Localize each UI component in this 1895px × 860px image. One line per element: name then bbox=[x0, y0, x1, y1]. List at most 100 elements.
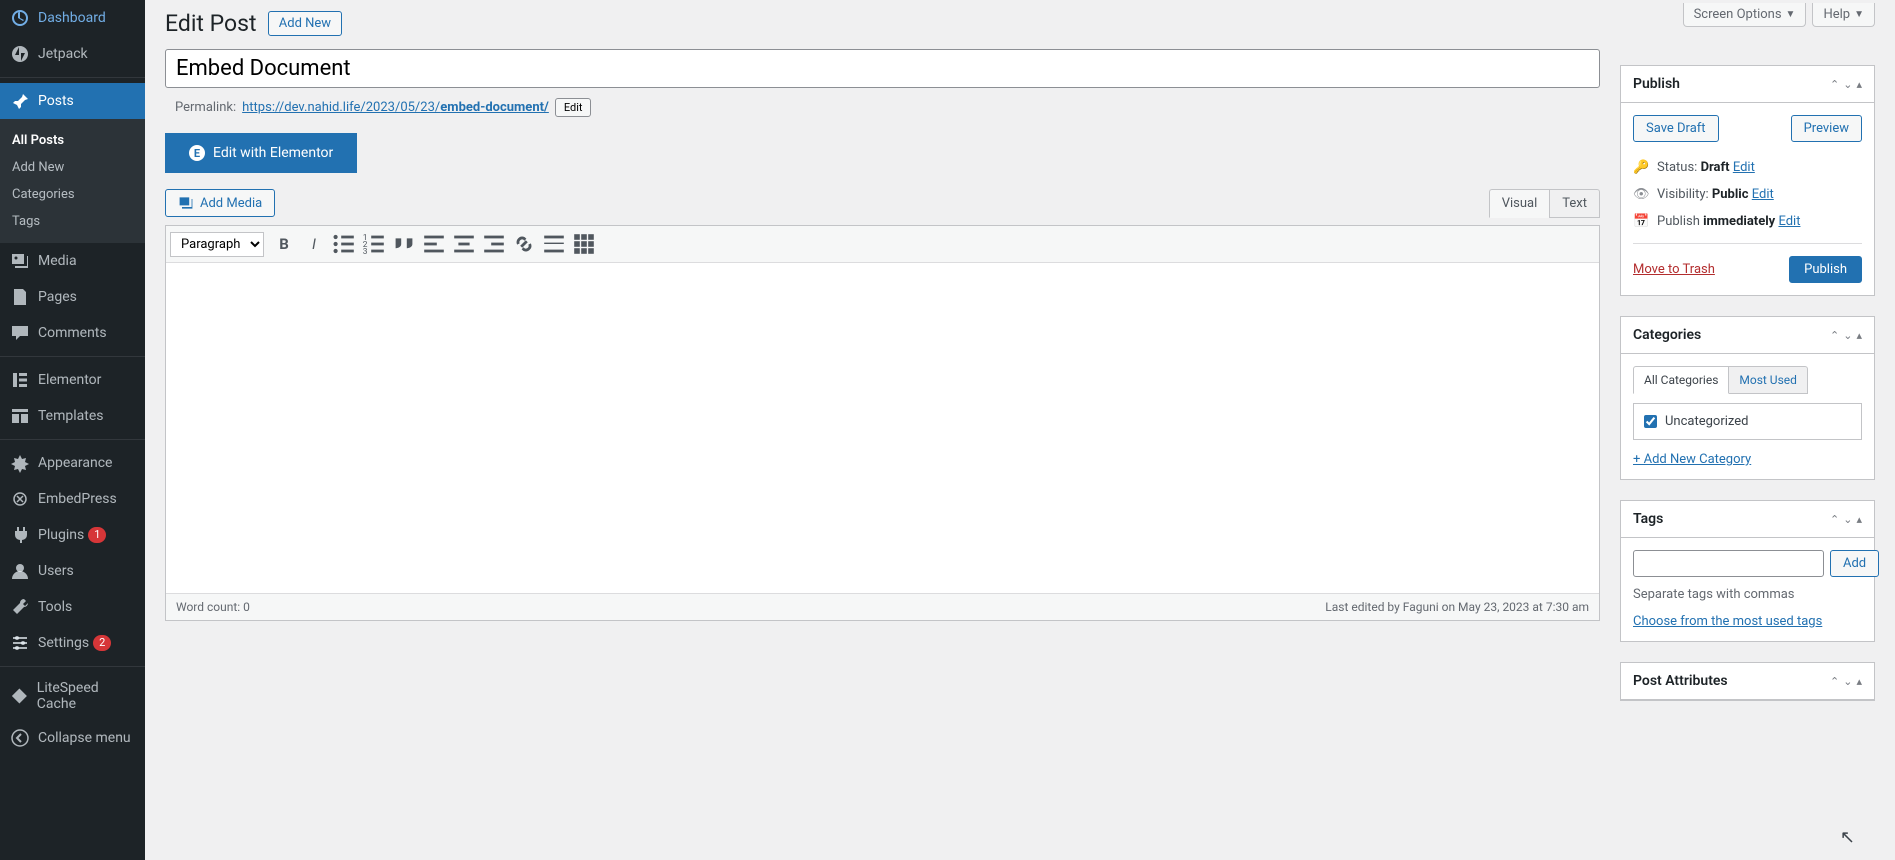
help-button[interactable]: Help▼ bbox=[1812, 3, 1875, 27]
menu-label: LiteSpeed Cache bbox=[37, 680, 135, 712]
settings-icon bbox=[10, 633, 30, 653]
all-categories-tab[interactable]: All Categories bbox=[1633, 366, 1729, 394]
calendar-icon: 📅 bbox=[1633, 214, 1649, 229]
submenu-all-posts[interactable]: All Posts bbox=[0, 127, 145, 154]
menu-elementor[interactable]: Elementor bbox=[0, 362, 145, 398]
panel-up-icon[interactable]: ⌃ bbox=[1830, 513, 1839, 526]
align-left-button[interactable] bbox=[420, 230, 448, 258]
key-icon: 🔑 bbox=[1633, 160, 1649, 175]
panel-up-icon[interactable]: ⌃ bbox=[1830, 675, 1839, 688]
tag-input[interactable] bbox=[1633, 550, 1824, 577]
menu-templates[interactable]: Templates bbox=[0, 398, 145, 434]
menu-label: Users bbox=[38, 563, 74, 579]
post-attributes-panel: Post Attributes ⌃ ⌄ ▴ bbox=[1620, 662, 1875, 701]
menu-posts[interactable]: Posts bbox=[0, 83, 145, 119]
eye-icon: 👁 bbox=[1633, 187, 1649, 202]
tags-title: Tags bbox=[1633, 511, 1663, 527]
litespeed-icon bbox=[10, 686, 29, 706]
panel-toggle-icon[interactable]: ▴ bbox=[1856, 329, 1862, 342]
svg-text:3: 3 bbox=[363, 247, 368, 257]
bullet-list-button[interactable] bbox=[330, 230, 358, 258]
submenu-add-new[interactable]: Add New bbox=[0, 154, 145, 181]
menu-label: Tools bbox=[38, 599, 72, 615]
panel-up-icon[interactable]: ⌃ bbox=[1830, 329, 1839, 342]
panel-down-icon[interactable]: ⌄ bbox=[1843, 78, 1852, 91]
quote-button[interactable] bbox=[390, 230, 418, 258]
format-select[interactable]: Paragraph bbox=[170, 232, 264, 257]
categories-title: Categories bbox=[1633, 327, 1701, 343]
most-used-tab[interactable]: Most Used bbox=[1729, 366, 1808, 394]
menu-plugins[interactable]: Plugins1 bbox=[0, 517, 145, 553]
post-attributes-title: Post Attributes bbox=[1633, 673, 1728, 689]
schedule-edit-link[interactable]: Edit bbox=[1778, 214, 1800, 229]
menu-label: Media bbox=[38, 253, 77, 269]
menu-media[interactable]: Media bbox=[0, 243, 145, 279]
align-right-button[interactable] bbox=[480, 230, 508, 258]
panel-toggle-icon[interactable]: ▴ bbox=[1856, 513, 1862, 526]
add-new-category-link[interactable]: + Add New Category bbox=[1633, 452, 1751, 467]
permalink-row: Permalink: https://dev.nahid.life/2023/0… bbox=[165, 88, 1600, 117]
visibility-edit-link[interactable]: Edit bbox=[1752, 187, 1774, 202]
save-draft-button[interactable]: Save Draft bbox=[1633, 115, 1719, 142]
menu-embedpress[interactable]: EmbedPress bbox=[0, 481, 145, 517]
text-tab[interactable]: Text bbox=[1549, 189, 1600, 218]
submenu-categories[interactable]: Categories bbox=[0, 181, 145, 208]
readmore-button[interactable] bbox=[540, 230, 568, 258]
visual-tab[interactable]: Visual bbox=[1489, 189, 1550, 218]
link-button[interactable] bbox=[510, 230, 538, 258]
menu-jetpack[interactable]: Jetpack bbox=[0, 36, 145, 72]
menu-label: Appearance bbox=[38, 455, 112, 471]
permalink-link[interactable]: https://dev.nahid.life/2023/05/23/embed-… bbox=[242, 100, 549, 115]
category-item[interactable]: Uncategorized bbox=[1644, 414, 1851, 429]
menu-label: Pages bbox=[38, 289, 77, 305]
editor-wrap: Paragraph B I 123 Word count: 0 Las bbox=[165, 225, 1600, 621]
status-edit-link[interactable]: Edit bbox=[1733, 160, 1755, 175]
tags-panel: Tags ⌃⌄▴ Add Separate tags with commas C… bbox=[1620, 500, 1875, 642]
dashboard-icon bbox=[10, 8, 30, 28]
posts-submenu: All Posts Add New Categories Tags bbox=[0, 119, 145, 243]
menu-comments[interactable]: Comments bbox=[0, 315, 145, 351]
edit-with-elementor-button[interactable]: E Edit with Elementor bbox=[165, 133, 357, 173]
panel-toggle-icon[interactable]: ▴ bbox=[1856, 675, 1862, 688]
permalink-edit-button[interactable]: Edit bbox=[555, 98, 592, 117]
screen-options-button[interactable]: Screen Options▼ bbox=[1683, 3, 1807, 27]
align-center-button[interactable] bbox=[450, 230, 478, 258]
menu-users[interactable]: Users bbox=[0, 553, 145, 589]
media-icon bbox=[178, 195, 194, 211]
post-title-input[interactable] bbox=[165, 49, 1600, 88]
menu-settings[interactable]: Settings2 bbox=[0, 625, 145, 661]
editor-body[interactable] bbox=[166, 263, 1599, 593]
add-new-button[interactable]: Add New bbox=[268, 11, 342, 36]
choose-tags-link[interactable]: Choose from the most used tags bbox=[1633, 614, 1822, 629]
add-media-button[interactable]: Add Media bbox=[165, 189, 275, 217]
appearance-icon bbox=[10, 453, 30, 473]
menu-pages[interactable]: Pages bbox=[0, 279, 145, 315]
submenu-tags[interactable]: Tags bbox=[0, 208, 145, 235]
panel-down-icon[interactable]: ⌄ bbox=[1843, 329, 1852, 342]
panel-down-icon[interactable]: ⌄ bbox=[1843, 675, 1852, 688]
italic-button[interactable]: I bbox=[300, 230, 328, 258]
menu-tools[interactable]: Tools bbox=[0, 589, 145, 625]
add-tag-button[interactable]: Add bbox=[1830, 550, 1879, 577]
menu-litespeed[interactable]: LiteSpeed Cache bbox=[0, 672, 145, 720]
numbered-list-button[interactable]: 123 bbox=[360, 230, 388, 258]
preview-button[interactable]: Preview bbox=[1791, 115, 1862, 142]
panel-down-icon[interactable]: ⌄ bbox=[1843, 513, 1852, 526]
menu-appearance[interactable]: Appearance bbox=[0, 445, 145, 481]
panel-up-icon[interactable]: ⌃ bbox=[1830, 78, 1839, 91]
settings-badge: 2 bbox=[93, 635, 111, 651]
toolbar-toggle-button[interactable] bbox=[570, 230, 598, 258]
publish-button[interactable]: Publish bbox=[1789, 256, 1862, 283]
panel-toggle-icon[interactable]: ▴ bbox=[1856, 78, 1862, 91]
bold-button[interactable]: B bbox=[270, 230, 298, 258]
menu-label: Plugins bbox=[38, 527, 84, 543]
menu-dashboard[interactable]: Dashboard bbox=[0, 0, 145, 36]
categories-panel: Categories ⌃⌄▴ All Categories Most Used … bbox=[1620, 316, 1875, 480]
move-to-trash-link[interactable]: Move to Trash bbox=[1633, 262, 1715, 277]
menu-collapse[interactable]: Collapse menu bbox=[0, 720, 145, 756]
category-checkbox[interactable] bbox=[1644, 415, 1657, 428]
elementor-icon bbox=[10, 370, 30, 390]
media-icon bbox=[10, 251, 30, 271]
menu-label: Posts bbox=[38, 93, 74, 109]
menu-label: Templates bbox=[38, 408, 104, 424]
